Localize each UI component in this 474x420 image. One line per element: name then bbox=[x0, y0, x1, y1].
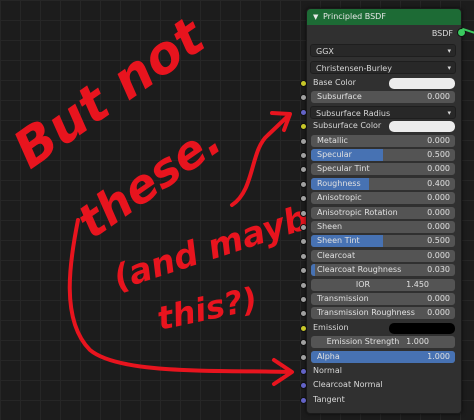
input-label: IOR bbox=[355, 280, 371, 289]
input-label: Roughness bbox=[317, 179, 361, 188]
input-field[interactable]: Specular Tint 0.000 bbox=[311, 163, 455, 175]
value-fill-bar bbox=[311, 264, 316, 276]
input-label: Emission Strength bbox=[326, 337, 400, 346]
input-socket[interactable] bbox=[300, 339, 307, 346]
input-socket[interactable] bbox=[300, 382, 307, 389]
input-value: 0.000 bbox=[427, 164, 450, 173]
input-value: 0.500 bbox=[427, 150, 450, 159]
input-socket[interactable] bbox=[300, 354, 307, 361]
input-socket[interactable] bbox=[300, 210, 307, 217]
input-value: 0.000 bbox=[427, 92, 450, 101]
input-field[interactable]: Subsurface 0.000 bbox=[311, 91, 455, 103]
subsurface-method-dropdown[interactable]: Christensen-Burley ▾ bbox=[310, 61, 456, 74]
input-field[interactable]: Clearcoat 0.000 bbox=[311, 250, 455, 262]
input-socket[interactable] bbox=[300, 166, 307, 173]
input-value: 0.000 bbox=[427, 222, 450, 231]
input-socket[interactable] bbox=[300, 195, 307, 202]
input-field[interactable]: Sheen Tint 0.500 bbox=[311, 235, 455, 247]
input-value: 1.450 bbox=[406, 280, 429, 289]
input-socket[interactable] bbox=[300, 238, 307, 245]
input-label: Clearcoat bbox=[317, 251, 356, 260]
input-socket[interactable] bbox=[300, 152, 307, 159]
node-title: Principled BSDF bbox=[323, 12, 386, 21]
color-swatch[interactable] bbox=[389, 78, 455, 89]
input-field[interactable]: Specular 0.500 bbox=[311, 149, 455, 161]
input-label: Clearcoat Roughness bbox=[317, 265, 402, 274]
input-label: Sheen Tint bbox=[317, 236, 360, 245]
input-label: Metallic bbox=[317, 136, 348, 145]
annotation-line-4: this?) bbox=[154, 280, 261, 338]
input-label: Specular Tint bbox=[317, 164, 370, 173]
input-value: 1.000 bbox=[406, 337, 429, 346]
input-field[interactable]: Alpha 1.000 bbox=[311, 351, 455, 363]
input-label: Subsurface Radius bbox=[316, 109, 391, 118]
chevron-down-icon: ▾ bbox=[447, 47, 451, 55]
input-label: Clearcoat Normal bbox=[313, 380, 383, 389]
input-field[interactable]: Metallic 0.000 bbox=[311, 135, 455, 147]
input-socket[interactable] bbox=[300, 123, 307, 130]
input-label: Tangent bbox=[313, 395, 345, 404]
subsurface-radius-dropdown[interactable]: Subsurface Radius ▾ bbox=[310, 106, 456, 119]
input-socket[interactable] bbox=[300, 296, 307, 303]
input-socket[interactable] bbox=[300, 224, 307, 231]
input-label: Subsurface Color bbox=[313, 121, 382, 130]
input-value: 0.000 bbox=[427, 193, 450, 202]
input-label: Transmission Roughness bbox=[317, 308, 415, 317]
distribution-dropdown[interactable]: GGX ▾ bbox=[310, 44, 456, 57]
input-value: 0.000 bbox=[427, 251, 450, 260]
input-label: Base Color bbox=[313, 78, 356, 87]
input-field[interactable]: Roughness 0.400 bbox=[311, 178, 455, 190]
input-value: 0.000 bbox=[427, 136, 450, 145]
input-socket[interactable] bbox=[300, 80, 307, 87]
input-label: Anisotropic bbox=[317, 193, 362, 202]
input-socket[interactable] bbox=[300, 138, 307, 145]
input-label: Alpha bbox=[317, 352, 340, 361]
input-value: 0.000 bbox=[427, 208, 450, 217]
input-value: 0.030 bbox=[427, 265, 450, 274]
input-label: Specular bbox=[317, 150, 352, 159]
color-swatch[interactable] bbox=[389, 323, 455, 334]
input-field[interactable]: Emission Strength 1.000 bbox=[311, 336, 455, 348]
input-socket[interactable] bbox=[300, 181, 307, 188]
input-label: Emission bbox=[313, 323, 349, 332]
arrow-subsurface-radius bbox=[230, 114, 290, 207]
input-field[interactable]: Transmission 0.000 bbox=[311, 293, 455, 305]
input-label: Sheen bbox=[317, 222, 343, 231]
input-socket[interactable] bbox=[300, 325, 307, 332]
node-header[interactable]: ▼ Principled BSDF bbox=[307, 9, 461, 25]
input-socket[interactable] bbox=[300, 397, 307, 404]
input-socket[interactable] bbox=[300, 310, 307, 317]
input-socket[interactable] bbox=[300, 253, 307, 260]
input-socket[interactable] bbox=[300, 282, 307, 289]
input-field[interactable]: Clearcoat Roughness 0.030 bbox=[311, 264, 455, 276]
color-swatch[interactable] bbox=[389, 121, 455, 132]
input-field[interactable]: Anisotropic Rotation 0.000 bbox=[311, 207, 455, 219]
input-value: 0.000 bbox=[427, 294, 450, 303]
chevron-down-icon: ▾ bbox=[447, 109, 451, 117]
input-socket[interactable] bbox=[300, 368, 307, 375]
input-value: 0.500 bbox=[427, 236, 450, 245]
subsurface-method-value: Christensen-Burley bbox=[316, 64, 392, 73]
input-label: Transmission bbox=[317, 294, 369, 303]
input-label: Subsurface bbox=[317, 92, 362, 101]
output-label-bsdf: BSDF bbox=[431, 29, 453, 38]
input-socket[interactable] bbox=[300, 94, 307, 101]
input-socket[interactable] bbox=[300, 109, 307, 116]
input-field[interactable]: Sheen 0.000 bbox=[311, 221, 455, 233]
input-label: Anisotropic Rotation bbox=[317, 208, 398, 217]
input-field[interactable]: IOR 1.450 bbox=[311, 279, 455, 291]
input-value: 0.000 bbox=[427, 308, 450, 317]
distribution-value: GGX bbox=[316, 47, 334, 56]
input-socket[interactable] bbox=[300, 267, 307, 274]
input-field[interactable]: Transmission Roughness 0.000 bbox=[311, 307, 455, 319]
input-value: 0.400 bbox=[427, 179, 450, 188]
input-value: 1.000 bbox=[427, 352, 450, 361]
input-label: Normal bbox=[313, 366, 342, 375]
input-field[interactable]: Anisotropic 0.000 bbox=[311, 192, 455, 204]
chevron-down-icon: ▾ bbox=[447, 64, 451, 72]
collapse-chevron-icon[interactable]: ▼ bbox=[313, 9, 318, 25]
